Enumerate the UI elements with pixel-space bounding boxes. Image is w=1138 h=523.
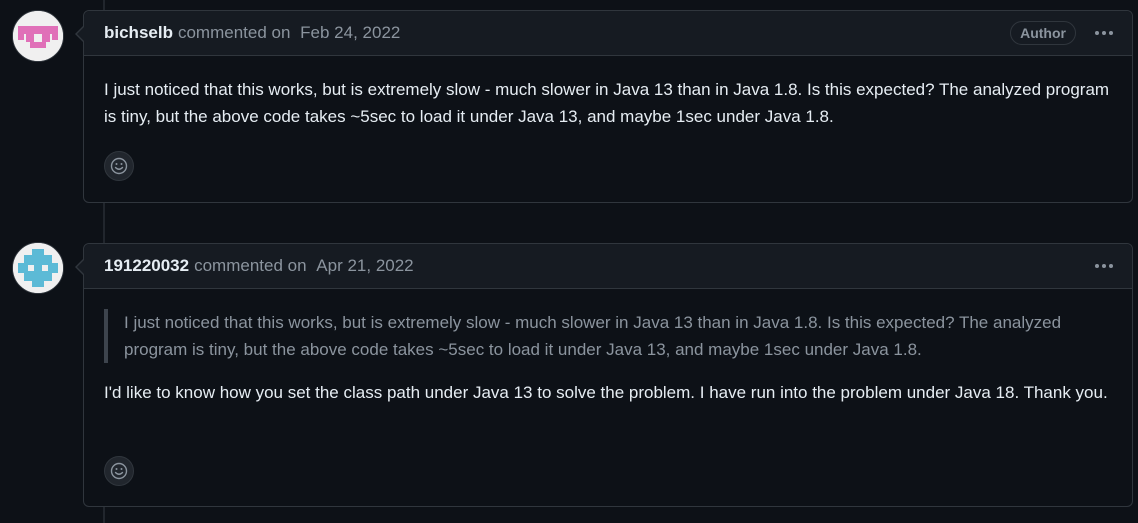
comment-date-link[interactable]: Apr 21, 2022 xyxy=(316,256,413,275)
comment-text: I'd like to know how you set the class p… xyxy=(104,383,1108,402)
add-reaction-button[interactable] xyxy=(104,456,134,486)
author-link[interactable]: 191220032 xyxy=(104,256,189,276)
avatar[interactable] xyxy=(12,242,64,294)
add-reaction-button[interactable] xyxy=(104,151,134,181)
comment-date[interactable]: Feb 24, 2022 xyxy=(295,23,400,43)
comment-date[interactable]: Apr 21, 2022 xyxy=(312,256,413,276)
kebab-horizontal-icon xyxy=(1095,31,1113,35)
comment-body: I just noticed that this works, but is e… xyxy=(84,289,1132,406)
avatar[interactable] xyxy=(12,10,64,62)
comment-text: I just noticed that this works, but is e… xyxy=(104,80,1110,126)
comment-body: I just noticed that this works, but is e… xyxy=(84,56,1132,130)
author-link[interactable]: bichselb xyxy=(104,23,173,43)
quoted-text: I just noticed that this works, but is e… xyxy=(124,313,1062,359)
comment-menu-button[interactable] xyxy=(1090,254,1118,278)
comment-box: 191220032 commented on Apr 21, 2022 I ju… xyxy=(75,243,1133,507)
comment-arrow-fill xyxy=(77,259,85,275)
comment-date-link[interactable]: Feb 24, 2022 xyxy=(300,23,400,42)
comment-action: commented on xyxy=(194,256,307,275)
comment-box: bichselb commented on Feb 24, 2022 Autho… xyxy=(75,10,1133,203)
comment-header: 191220032 commented on Apr 21, 2022 xyxy=(84,244,1132,289)
kebab-horizontal-icon xyxy=(1095,264,1113,268)
comment-header: bichselb commented on Feb 24, 2022 Autho… xyxy=(84,11,1132,56)
smiley-icon xyxy=(110,157,128,175)
quoted-reply: I just noticed that this works, but is e… xyxy=(104,309,1112,363)
comment-action: commented on xyxy=(177,23,291,42)
smiley-icon xyxy=(110,462,128,480)
comment-arrow-fill xyxy=(77,26,85,42)
author-badge: Author xyxy=(1010,21,1076,45)
comment-menu-button[interactable] xyxy=(1090,21,1118,45)
